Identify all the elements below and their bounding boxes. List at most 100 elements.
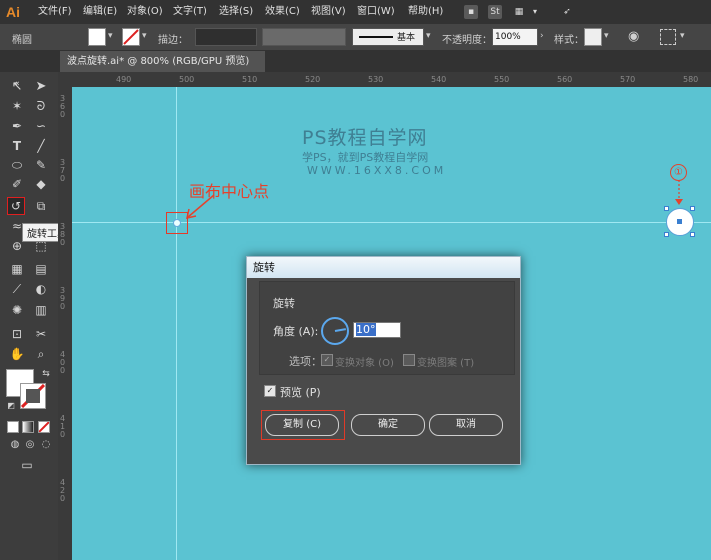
center-anchor [677, 219, 682, 224]
menu-help[interactable]: 帮助(H) [408, 4, 443, 20]
transform-objects-checkbox[interactable]: ✓ [321, 354, 333, 366]
blend-tool-icon[interactable]: ◐ [33, 281, 49, 297]
default-colors-icon[interactable]: ◩ [3, 398, 19, 414]
color-mode-icon[interactable] [7, 421, 19, 433]
shape-builder-tool-icon[interactable]: ⊕ [9, 238, 25, 254]
bridge-icon[interactable]: ▪ [464, 5, 478, 19]
vertical-ruler[interactable]: 3 6 0 3 7 0 3 8 0 3 9 0 4 0 0 4 1 0 4 2 … [58, 87, 73, 560]
anchor-handle[interactable] [690, 206, 695, 211]
chevron-down-icon[interactable]: ▾ [426, 31, 431, 41]
transform-objects-label: 变换对象 (O) [335, 358, 394, 369]
menu-type[interactable]: 文字(T) [173, 4, 207, 20]
rotate-tool-icon[interactable]: ↺ [7, 197, 25, 215]
vertical-guide[interactable] [176, 87, 177, 560]
angle-input[interactable]: 10° [353, 322, 401, 338]
ruler-tick: 540 [431, 75, 447, 84]
curvature-tool-icon[interactable]: ∽ [33, 118, 49, 134]
horizontal-ruler[interactable]: 490 500 510 520 530 540 550 560 570 580 [58, 72, 711, 88]
ruler-tick: 570 [620, 75, 636, 84]
menu-select[interactable]: 选择(S) [219, 4, 253, 20]
lasso-tool-icon[interactable]: ᘐ [33, 98, 49, 114]
gradient-mode-icon[interactable] [22, 421, 34, 433]
transform-patterns-checkbox[interactable] [403, 354, 415, 366]
menu-edit[interactable]: 编辑(E) [83, 4, 117, 20]
app-logo: Ai [6, 4, 20, 20]
opacity-input[interactable]: 100% [492, 28, 538, 46]
ruler-tick: 4 0 0 [60, 350, 66, 375]
anchor-handle[interactable] [690, 232, 695, 237]
angle-dial[interactable] [321, 317, 349, 345]
ruler-tick: 560 [557, 75, 573, 84]
align-icon[interactable] [660, 29, 676, 45]
fill-swatch[interactable] [88, 28, 106, 46]
ruler-tick: 4 2 0 [60, 478, 66, 503]
none-mode-icon[interactable] [38, 421, 50, 433]
copy-button[interactable]: 复制 (C) [265, 414, 339, 436]
stock-icon[interactable]: St [488, 5, 502, 19]
gradient-tool-icon[interactable]: ▤ [33, 261, 49, 277]
menu-effect[interactable]: 效果(C) [265, 4, 300, 20]
chevron-down-icon[interactable]: ▾ [604, 31, 609, 41]
chevron-down-icon[interactable]: ▾ [680, 31, 685, 41]
ok-button[interactable]: 确定 [351, 414, 425, 436]
direct-selection-tool-icon[interactable]: ➤ [33, 79, 49, 95]
step-number-badge: ① [670, 164, 687, 181]
stroke-profile-select[interactable]: 基本 [352, 28, 424, 46]
live-paint-tool-icon[interactable]: ⬚ [33, 238, 49, 254]
ruler-tick: 3 6 0 [60, 94, 66, 119]
paintbrush-tool-icon[interactable]: ✎ [33, 157, 49, 173]
menu-view[interactable]: 视图(V) [311, 4, 346, 20]
line-tool-icon[interactable]: ╱ [33, 138, 49, 154]
draw-behind-icon[interactable]: ◎ [22, 437, 38, 453]
eraser-tool-icon[interactable]: ◆ [33, 176, 49, 192]
chevron-right-icon[interactable]: › [540, 31, 544, 41]
menu-object[interactable]: 对象(O) [127, 4, 163, 20]
selection-tool-icon[interactable]: ↖ [9, 79, 25, 95]
anchor-handle[interactable] [664, 232, 669, 237]
zoom-tool-icon[interactable]: ⌕ [33, 346, 49, 362]
arrange-icon[interactable]: ▦ [512, 5, 526, 19]
rotation-origin-point[interactable] [173, 219, 181, 227]
chevron-down-icon[interactable]: ▾ [142, 31, 147, 41]
symbol-sprayer-tool-icon[interactable]: ✺ [9, 302, 25, 318]
magic-wand-tool-icon[interactable]: ✶ [9, 98, 25, 114]
options-label: 选项： [289, 355, 322, 368]
chevron-down-icon[interactable]: ▾ [528, 5, 542, 19]
eyedropper-tool-icon[interactable]: ⟋ [9, 281, 25, 297]
variable-width-field[interactable] [262, 28, 346, 46]
document-tab[interactable]: 波点旋转.ai* @ 800% (RGB/GPU 预览) × [60, 51, 265, 88]
menu-file[interactable]: 文件(F) [38, 4, 72, 20]
graph-tool-icon[interactable]: ▥ [33, 302, 49, 318]
screen-mode-icon[interactable]: ▭ [19, 457, 35, 473]
ruler-tick: 580 [683, 75, 699, 84]
stroke-profile-value: 基本 [397, 33, 416, 43]
slice-tool-icon[interactable]: ✂ [33, 326, 49, 342]
rocket-icon[interactable]: ➶ [560, 5, 574, 19]
artboard-tool-icon[interactable]: ⊡ [9, 326, 25, 342]
anchor-handle[interactable] [664, 206, 669, 211]
draw-normal-icon[interactable]: ◍ [7, 437, 23, 453]
ruler-tick: 550 [494, 75, 510, 84]
scale-tool-icon[interactable]: ⧉ [33, 198, 49, 214]
profile-line [359, 36, 393, 38]
dial-needle [334, 328, 347, 332]
chevron-down-icon[interactable]: ▾ [108, 31, 113, 41]
recolor-icon[interactable]: ◉ [628, 29, 639, 44]
draw-inside-icon[interactable]: ◌ [38, 437, 54, 453]
perspective-grid-tool-icon[interactable]: ▦ [9, 261, 25, 277]
swap-colors-icon[interactable]: ⇆ [38, 366, 54, 382]
cancel-button[interactable]: 取消 [429, 414, 503, 436]
graphic-style-swatch[interactable] [584, 28, 602, 46]
stroke-weight-field[interactable] [195, 28, 257, 46]
shaper-tool-icon[interactable]: ✐ [9, 176, 25, 192]
dialog-titlebar[interactable]: 旋转 [247, 257, 520, 278]
ellipse-tool-icon[interactable]: ⬭ [9, 157, 25, 173]
preview-checkbox[interactable]: ✓ [264, 385, 276, 397]
menu-window[interactable]: 窗口(W) [357, 4, 395, 20]
stroke-swatch[interactable] [122, 28, 140, 46]
ruler-tick: 490 [116, 75, 132, 84]
hand-tool-icon[interactable]: ✋ [9, 346, 25, 362]
pen-tool-icon[interactable]: ✒ [9, 118, 25, 134]
type-tool-icon[interactable]: T [9, 138, 25, 154]
stroke-color-box[interactable] [20, 383, 46, 409]
